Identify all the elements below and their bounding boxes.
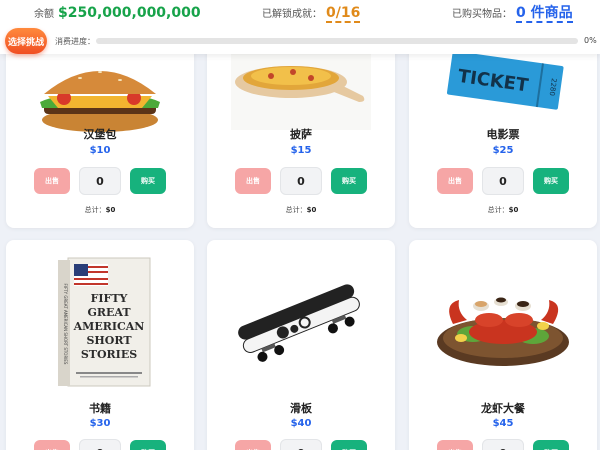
- product-card-hamburger: 汉堡包 $10 出售 0 购买 总计：$0: [6, 40, 194, 228]
- product-name: 披萨: [290, 128, 312, 141]
- product-price: $40: [290, 418, 312, 429]
- product-price: $10: [89, 145, 111, 156]
- movie-ticket-image: TICKET 2280: [447, 52, 564, 110]
- balance-label: 余额: [34, 9, 54, 20]
- sell-button[interactable]: 出售: [437, 168, 473, 194]
- total-label: 总计：: [84, 206, 106, 214]
- quantity-input[interactable]: 0: [280, 439, 322, 450]
- total-amount: 总计：$0: [409, 205, 597, 215]
- sell-button[interactable]: 出售: [235, 440, 271, 450]
- skateboard-image: [238, 284, 360, 362]
- balance-stat: 余额 $250,000,000,000: [34, 5, 201, 21]
- achievements-value[interactable]: 0/16: [326, 5, 361, 23]
- product-card-book: FIFTY GREAT AMERICAN SHORT STORIES FIFTY…: [6, 240, 194, 450]
- total-amount: 总计：$0: [6, 205, 194, 215]
- product-card-lobster-dinner: 龙虾大餐 $45 出售 0 购买: [409, 240, 597, 450]
- buy-button[interactable]: 购买: [331, 440, 367, 450]
- hamburger-image: [40, 71, 160, 132]
- product-price: $15: [290, 145, 312, 156]
- product-card-pizza: 披萨 $15 出售 0 购买 总计：$0: [207, 40, 395, 228]
- spending-progress-label: 消费进度：: [55, 37, 95, 46]
- achievements-label: 已解锁成就：: [262, 9, 322, 20]
- total-amount: 总计：$0: [207, 205, 395, 215]
- sell-button[interactable]: 出售: [34, 168, 70, 194]
- book-title-line-1: FIFTY: [91, 292, 128, 305]
- product-card-skateboard: 滑板 $40 出售 0 购买: [207, 240, 395, 450]
- quantity-input[interactable]: 0: [482, 167, 524, 195]
- buy-button[interactable]: 购买: [533, 168, 569, 194]
- purchased-items-value[interactable]: 0 件商品: [516, 5, 573, 23]
- quantity-input[interactable]: 0: [79, 439, 121, 450]
- purchased-items-stat[interactable]: 已购买物品： 0 件商品: [452, 5, 573, 23]
- book-title-line-5: STORIES: [81, 348, 137, 361]
- lobster-dinner-image: [437, 297, 569, 366]
- buy-button[interactable]: 购买: [130, 440, 166, 450]
- quantity-input[interactable]: 0: [280, 167, 322, 195]
- spending-progress-percent: 0%: [584, 36, 597, 45]
- sell-button[interactable]: 出售: [437, 440, 473, 450]
- total-value: $0: [508, 206, 519, 214]
- product-name: 书籍: [89, 402, 111, 415]
- sell-button[interactable]: 出售: [235, 168, 271, 194]
- quantity-input[interactable]: 0: [79, 167, 121, 195]
- product-name: 汉堡包: [83, 128, 117, 141]
- total-value: $0: [105, 206, 116, 214]
- buy-button[interactable]: 购买: [130, 168, 166, 194]
- product-price: $25: [492, 145, 514, 156]
- top-status-bar: 余额 $250,000,000,000 已解锁成就： 0/16 已购买物品： 0…: [0, 0, 600, 54]
- total-label: 总计：: [487, 206, 509, 214]
- purchased-items-label: 已购买物品：: [452, 9, 512, 20]
- book-spine-text: FIFTY GREAT AMERICAN SHORT STORIES: [63, 284, 68, 365]
- product-price: $45: [492, 418, 514, 429]
- product-card-movie-ticket: TICKET 2280 电影票 $25 出售 0 购买 总计：$0: [409, 40, 597, 228]
- spending-progress-bar: [96, 38, 578, 44]
- quantity-input[interactable]: 0: [482, 439, 524, 450]
- pizza-image: [231, 52, 371, 130]
- buy-button[interactable]: 购买: [331, 168, 367, 194]
- buy-button[interactable]: 购买: [533, 440, 569, 450]
- sell-button[interactable]: 出售: [34, 440, 70, 450]
- choose-challenge-button[interactable]: 选择挑战: [5, 28, 47, 54]
- total-value: $0: [306, 206, 317, 214]
- balance-value: $250,000,000,000: [58, 5, 201, 21]
- product-name: 电影票: [486, 128, 520, 141]
- product-name: 龙虾大餐: [481, 402, 525, 415]
- total-label: 总计：: [285, 206, 307, 214]
- product-name: 滑板: [290, 402, 312, 415]
- achievements-stat[interactable]: 已解锁成就： 0/16: [262, 5, 361, 23]
- product-price: $30: [89, 418, 111, 429]
- book-title-line-3: AMERICAN: [73, 320, 145, 333]
- book-image: FIFTY GREAT AMERICAN SHORT STORIES FIFTY…: [58, 257, 151, 387]
- book-title-line-4: SHORT: [86, 334, 132, 347]
- book-title-line-2: GREAT: [87, 306, 131, 319]
